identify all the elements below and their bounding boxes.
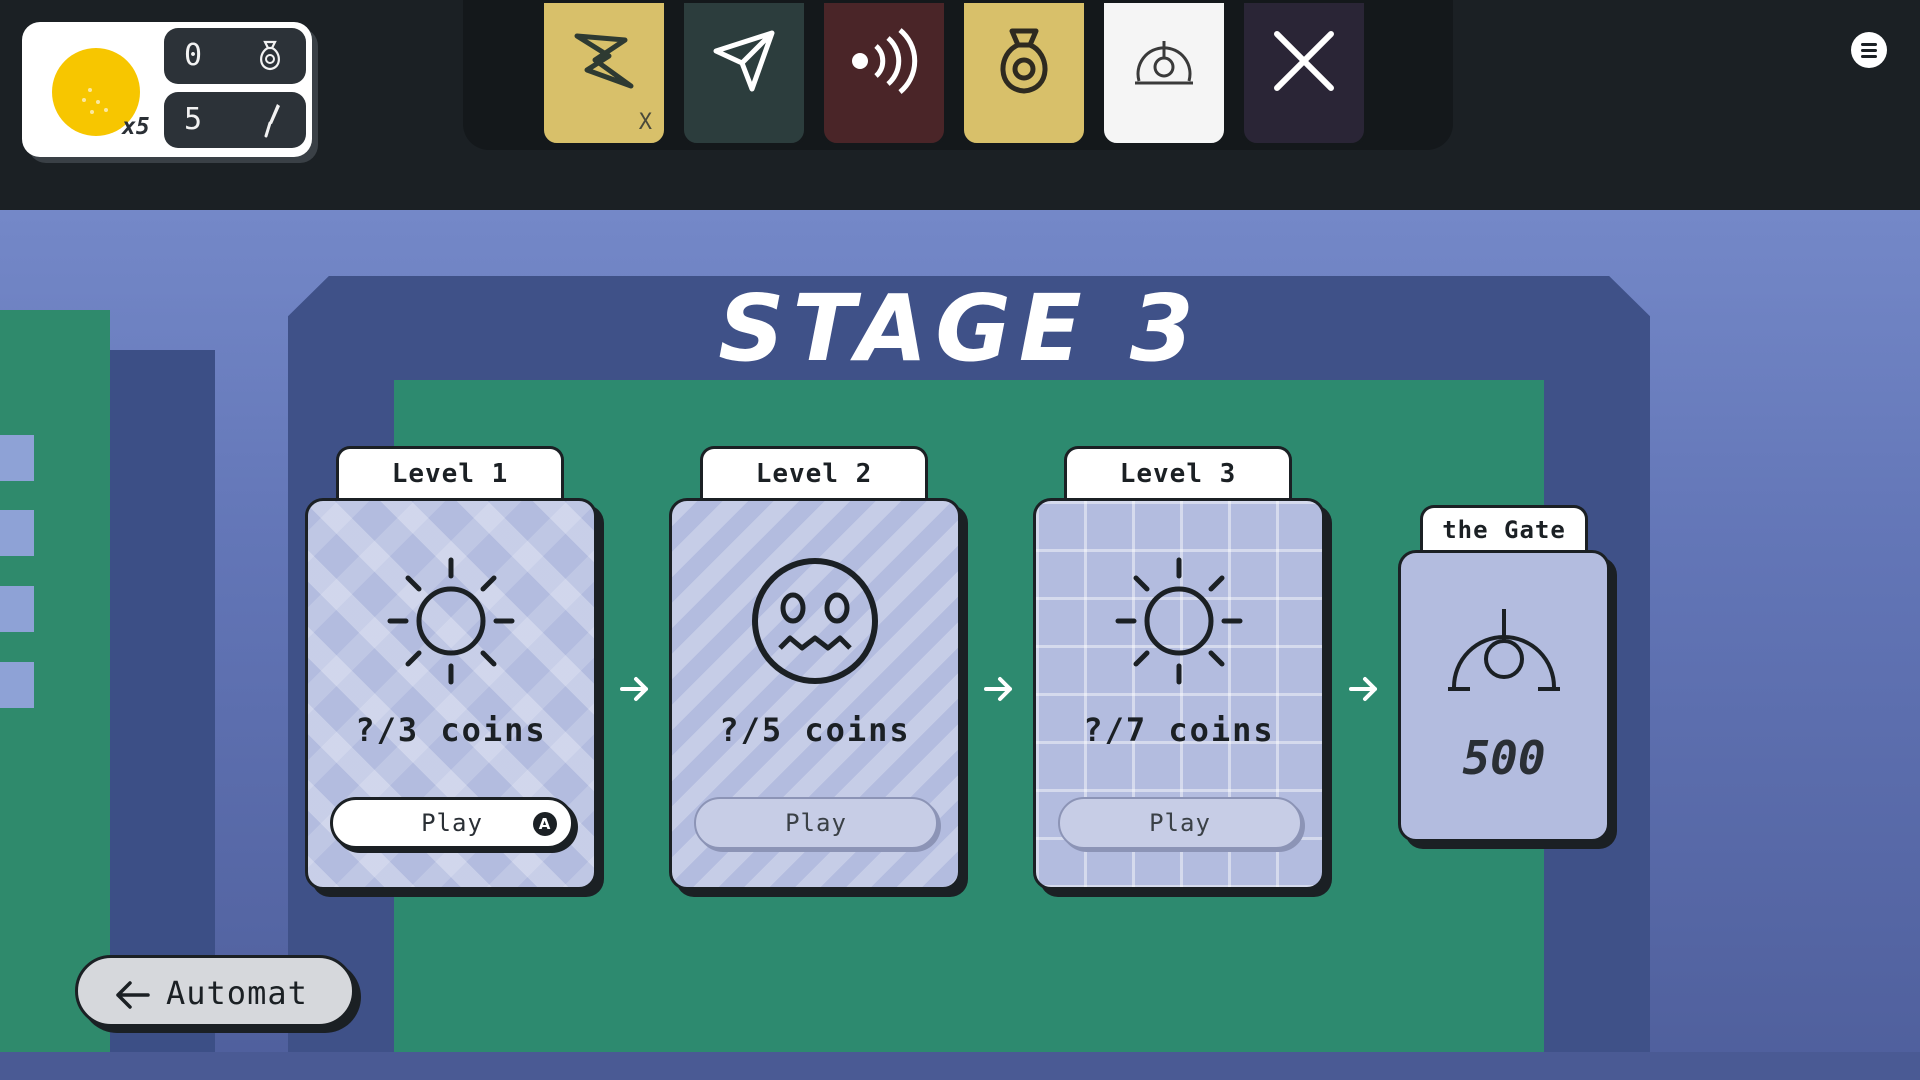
level-1-tab: Level 1 xyxy=(336,446,564,502)
money-bag-icon xyxy=(260,40,280,71)
powerup-bar: X xyxy=(463,0,1453,150)
play-label: Play xyxy=(421,809,483,837)
arrow-right-icon xyxy=(1349,677,1377,701)
menu-button[interactable] xyxy=(1851,32,1887,68)
player-stats-card: x5 0 5 xyxy=(22,22,312,157)
powerup-gate[interactable] xyxy=(1101,0,1227,146)
level-2-play-button[interactable]: Play xyxy=(694,797,938,849)
level-3-card[interactable]: ?/7 coins Play xyxy=(1033,498,1325,890)
sun-icon xyxy=(1115,557,1243,685)
level-3-play-button[interactable]: Play xyxy=(1058,797,1302,849)
play-label: Play xyxy=(785,809,847,837)
gate-cost: 500 xyxy=(1462,731,1546,785)
powerup-sound-waves[interactable] xyxy=(821,0,947,146)
level-3-coins: ?/7 coins xyxy=(1083,711,1275,749)
powerup-lightning[interactable]: X xyxy=(541,0,667,146)
lockpick-icon xyxy=(264,104,280,138)
gate-icon xyxy=(1448,609,1560,691)
sun-icon xyxy=(387,557,515,685)
powerup-paper-plane[interactable] xyxy=(681,0,807,146)
close-icon xyxy=(1274,31,1334,91)
level-3-tab: Level 3 xyxy=(1064,446,1292,502)
powerup-close[interactable] xyxy=(1241,0,1367,146)
gate-icon xyxy=(1135,41,1193,85)
floor xyxy=(0,1052,1920,1080)
level-2-tab: Level 2 xyxy=(700,446,928,502)
top-bar: x5 0 5 X xyxy=(0,0,1920,210)
back-button[interactable]: Automat xyxy=(75,955,355,1027)
paper-plane-icon xyxy=(713,30,775,92)
a-button-icon: A xyxy=(533,812,557,836)
powerup-marker: X xyxy=(638,110,652,135)
worried-face-icon xyxy=(752,558,878,684)
level-1-card[interactable]: ?/3 coins Play A xyxy=(305,498,597,890)
level-2-coins: ?/5 coins xyxy=(719,711,911,749)
money-bag-icon xyxy=(1000,28,1048,94)
lightning-icon xyxy=(574,33,634,89)
gate-card[interactable]: 500 xyxy=(1398,550,1610,842)
back-label: Automat xyxy=(166,974,308,1012)
level-1-coins: ?/3 coins xyxy=(355,711,547,749)
stage-title: STAGE 3 xyxy=(718,275,1202,382)
pick-counter: 5 xyxy=(164,92,306,148)
arrow-right-icon xyxy=(984,677,1012,701)
coin-multiplier: x5 xyxy=(122,114,150,140)
bag-counter: 0 xyxy=(164,28,306,84)
arrow-left-icon xyxy=(116,981,150,1009)
powerup-money-bag[interactable] xyxy=(961,0,1087,146)
bag-count: 0 xyxy=(184,38,203,73)
level-2-card[interactable]: ?/5 coins Play xyxy=(669,498,961,890)
play-label: Play xyxy=(1149,809,1211,837)
pick-count: 5 xyxy=(184,102,203,137)
sound-waves-icon xyxy=(852,28,918,94)
gate-tab: the Gate xyxy=(1420,505,1588,555)
level-1-play-button[interactable]: Play A xyxy=(330,797,574,849)
arrow-right-icon xyxy=(620,677,648,701)
